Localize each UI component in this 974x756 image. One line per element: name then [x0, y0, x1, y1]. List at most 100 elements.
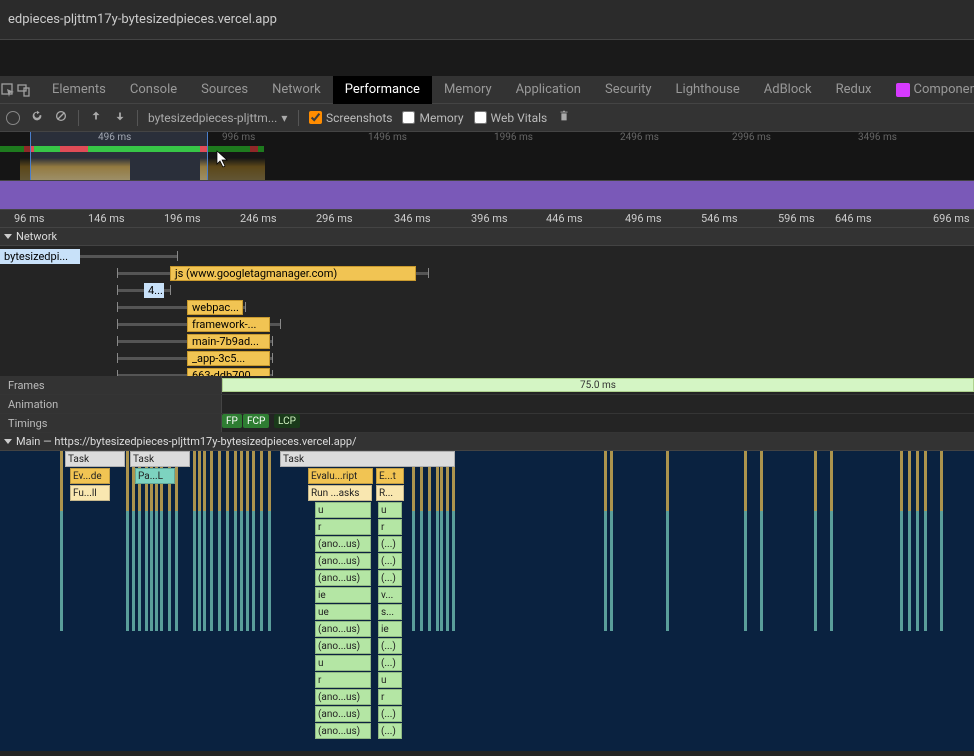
- flame-graph[interactable]: TaskEv...deFu...llTaskPa...LTaskEvalu...…: [0, 451, 974, 751]
- net-resource-bar[interactable]: 663-ddb700...: [187, 368, 270, 376]
- tab-elements[interactable]: Elements: [40, 76, 118, 104]
- net-resource-bar[interactable]: main-7b9ad...: [187, 334, 270, 349]
- tab-performance[interactable]: Performance: [333, 76, 432, 104]
- flame-bar[interactable]: (...): [378, 706, 402, 722]
- flame-bar[interactable]: r: [378, 519, 402, 535]
- flame-bar[interactable]: Task: [130, 451, 190, 467]
- activity-cell: [543, 181, 557, 209]
- activity-cell: [849, 181, 863, 209]
- flame-bar[interactable]: u: [378, 502, 402, 518]
- flame-bar[interactable]: (...): [378, 723, 402, 739]
- flame-bar[interactable]: Pa...L: [135, 468, 175, 484]
- tab-sources[interactable]: Sources: [189, 76, 260, 104]
- flame-bar[interactable]: u: [315, 502, 371, 518]
- flame-bar[interactable]: (...): [378, 638, 402, 654]
- flame-bar[interactable]: u: [315, 655, 371, 671]
- overview-timeline[interactable]: 496 ms996 ms1496 ms1996 ms2496 ms2996 ms…: [0, 132, 974, 180]
- activity-cell: [696, 181, 710, 209]
- net-resource-bar[interactable]: 4...: [144, 283, 164, 298]
- time-ruler[interactable]: 96 ms146 ms196 ms246 ms296 ms346 ms396 m…: [0, 210, 974, 228]
- screenshots-input[interactable]: [309, 111, 322, 124]
- download-button[interactable]: [113, 109, 127, 126]
- memory-input[interactable]: [402, 111, 415, 124]
- network-section-header[interactable]: Network: [0, 228, 974, 246]
- flame-bar[interactable]: (ano...us): [315, 723, 371, 739]
- net-resource-bar[interactable]: bytesizedpi...: [0, 249, 80, 264]
- flame-bar[interactable]: E...t: [376, 468, 404, 484]
- flame-bar[interactable]: (ano...us): [315, 536, 371, 552]
- fcp-badge[interactable]: FCP: [243, 414, 269, 428]
- tab-lighthouse[interactable]: Lighthouse: [664, 76, 752, 104]
- webvitals-checkbox[interactable]: Web Vitals: [474, 111, 548, 125]
- tab-redux[interactable]: Redux: [824, 76, 884, 104]
- flame-bar[interactable]: (...): [378, 553, 402, 569]
- flame-bar[interactable]: Evalu...ript: [308, 468, 373, 484]
- lcp-badge[interactable]: LCP: [274, 414, 300, 428]
- tab-adblock[interactable]: AdBlock: [752, 76, 824, 104]
- overview-selection[interactable]: [30, 132, 208, 180]
- timings-body[interactable]: FP FCP LCP: [222, 414, 974, 432]
- flame-bar[interactable]: v...: [378, 587, 402, 603]
- net-resource-bar[interactable]: webpac...: [187, 300, 243, 315]
- flame-bar[interactable]: (ano...us): [315, 621, 371, 637]
- reload-button[interactable]: [30, 109, 44, 126]
- flame-bar[interactable]: Ev...de: [70, 468, 110, 484]
- inspect-icon[interactable]: [0, 76, 16, 104]
- flame-bar[interactable]: (...): [378, 655, 402, 671]
- upload-button[interactable]: [89, 109, 103, 126]
- activity-cell: [28, 181, 42, 209]
- flame-bar[interactable]: r: [315, 519, 371, 535]
- flame-thin-bar: [428, 451, 431, 751]
- net-resource-bar[interactable]: framework-...: [187, 317, 270, 332]
- flame-bar[interactable]: r: [378, 689, 402, 705]
- tab-network[interactable]: Network: [260, 76, 333, 104]
- flame-bar[interactable]: Task: [280, 451, 455, 467]
- flame-bar[interactable]: Fu...ll: [70, 485, 110, 501]
- flame-bar[interactable]: (...): [378, 536, 402, 552]
- flame-thin-bar: [132, 451, 135, 751]
- net-resource-bar[interactable]: js (www.googletagmanager.com): [170, 266, 416, 281]
- device-icon[interactable]: [16, 76, 32, 104]
- net-resource-bar[interactable]: _app-3c5...: [187, 351, 270, 366]
- flame-bar[interactable]: (ano...us): [315, 570, 371, 586]
- flame-bar[interactable]: ue: [315, 604, 371, 620]
- tab-security[interactable]: Security: [593, 76, 664, 104]
- flame-bar[interactable]: u: [378, 672, 402, 688]
- flame-bar[interactable]: ie: [378, 621, 402, 637]
- activity-cell: [111, 181, 125, 209]
- clear-button[interactable]: [54, 109, 68, 126]
- screenshots-checkbox[interactable]: Screenshots: [309, 111, 392, 125]
- ruler-tick: 346 ms: [394, 212, 431, 225]
- animation-body[interactable]: [222, 395, 974, 413]
- animation-header[interactable]: Animation: [0, 395, 222, 413]
- url-bar[interactable]: edpieces-pljttm17y-bytesizedpieces.verce…: [0, 0, 974, 40]
- flame-bar[interactable]: ie: [315, 587, 371, 603]
- webvitals-input[interactable]: [474, 111, 487, 124]
- network-body[interactable]: bytesizedpi... js (www.googletagmanager.c…: [0, 246, 974, 376]
- activity-bar[interactable]: [0, 180, 974, 210]
- flame-bar[interactable]: Run ...asks: [308, 485, 372, 501]
- record-button[interactable]: [6, 111, 20, 125]
- profile-dropdown[interactable]: bytesizedpieces-pljttm... ▾: [148, 111, 288, 125]
- flame-bar[interactable]: (ano...us): [315, 638, 371, 654]
- flame-bar[interactable]: (ano...us): [315, 689, 371, 705]
- frames-header[interactable]: Frames: [0, 376, 222, 394]
- flame-bar[interactable]: (ano...us): [315, 706, 371, 722]
- flame-bar[interactable]: (...): [378, 570, 402, 586]
- fp-badge[interactable]: FP: [222, 414, 242, 428]
- tab-application[interactable]: Application: [504, 76, 593, 104]
- trash-button[interactable]: [557, 109, 571, 126]
- timings-header[interactable]: Timings: [0, 414, 222, 432]
- flame-bar[interactable]: r: [315, 672, 371, 688]
- memory-checkbox[interactable]: Memory: [402, 111, 463, 125]
- main-section-header[interactable]: Main — https://bytesizedpieces-pljttm17y…: [0, 433, 974, 451]
- tab-memory[interactable]: Memory: [432, 76, 504, 104]
- tab-components[interactable]: Components: [884, 76, 974, 104]
- flame-bar[interactable]: R...: [376, 485, 404, 501]
- frame-block[interactable]: 75.0 ms: [222, 378, 974, 392]
- flame-bar[interactable]: (ano...us): [315, 553, 371, 569]
- flame-bar[interactable]: Task: [65, 451, 125, 467]
- flame-bar[interactable]: s...: [378, 604, 402, 620]
- tab-console[interactable]: Console: [118, 76, 189, 104]
- frames-body[interactable]: 75.0 ms: [222, 376, 974, 394]
